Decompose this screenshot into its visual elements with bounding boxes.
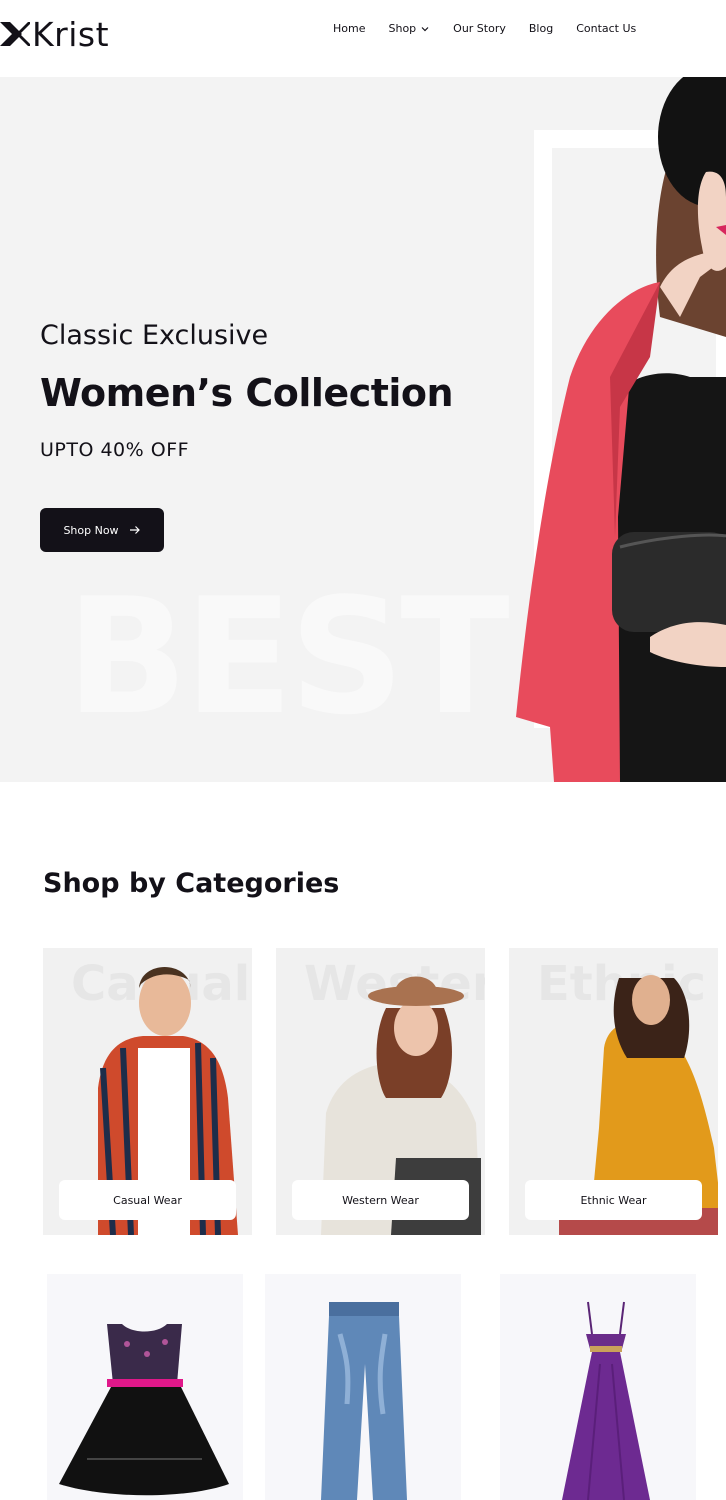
- k-logo-icon: [0, 22, 30, 46]
- category-label[interactable]: Ethnic Wear: [525, 1180, 702, 1220]
- purple-gown-image: [562, 1301, 650, 1500]
- nav-label: Blog: [528, 22, 554, 35]
- nav-shop[interactable]: Shop: [388, 22, 430, 35]
- category-card-western[interactable]: Western Western Wear: [276, 948, 485, 1235]
- nav-label: Contact Us: [576, 22, 637, 35]
- brand-name: Krist: [32, 14, 110, 54]
- categories-heading: Shop by Categories: [43, 868, 340, 899]
- hero-model-image: [516, 77, 726, 782]
- product-card[interactable]: [47, 1274, 243, 1500]
- nav-our-story[interactable]: Our Story: [453, 22, 506, 35]
- nav-home[interactable]: Home: [333, 22, 365, 35]
- hero-eyebrow: Classic Exclusive: [40, 320, 269, 351]
- category-label[interactable]: Casual Wear: [59, 1180, 236, 1220]
- nav-label: Home: [333, 22, 366, 35]
- arrow-right-icon: [129, 526, 140, 534]
- party-dress-image: [59, 1324, 229, 1496]
- hero-title: Women’s Collection: [40, 371, 454, 415]
- product-card[interactable]: [265, 1274, 461, 1500]
- category-card-casual[interactable]: Casual Casual Wear: [43, 948, 252, 1235]
- hero-banner: BEST Classic Exclusive Women’s Collectio…: [0, 77, 726, 782]
- category-label[interactable]: Western Wear: [292, 1180, 469, 1220]
- nav-contact-us[interactable]: Contact Us: [576, 22, 636, 35]
- chevron-down-icon: [421, 26, 429, 31]
- brand-logo[interactable]: Krist: [0, 14, 109, 54]
- nav-blog[interactable]: Blog: [529, 22, 553, 35]
- category-card-ethnic[interactable]: Ethnic Ethnic Wear: [509, 948, 718, 1235]
- site-header: Krist Home Shop Our Story Blog Contact U…: [0, 0, 726, 74]
- nav-label: Our Story: [453, 22, 506, 35]
- product-card[interactable]: [500, 1274, 696, 1500]
- shop-now-button[interactable]: Shop Now: [40, 508, 164, 552]
- main-nav: Home Shop Our Story Blog Contact Us: [333, 22, 636, 35]
- nav-label: Shop: [388, 22, 417, 35]
- hero-discount: UPTO 40% OFF: [40, 439, 190, 461]
- hero-watermark: BEST: [66, 563, 510, 750]
- denim-jeans-image: [321, 1302, 407, 1500]
- shop-now-label: Shop Now: [63, 523, 119, 537]
